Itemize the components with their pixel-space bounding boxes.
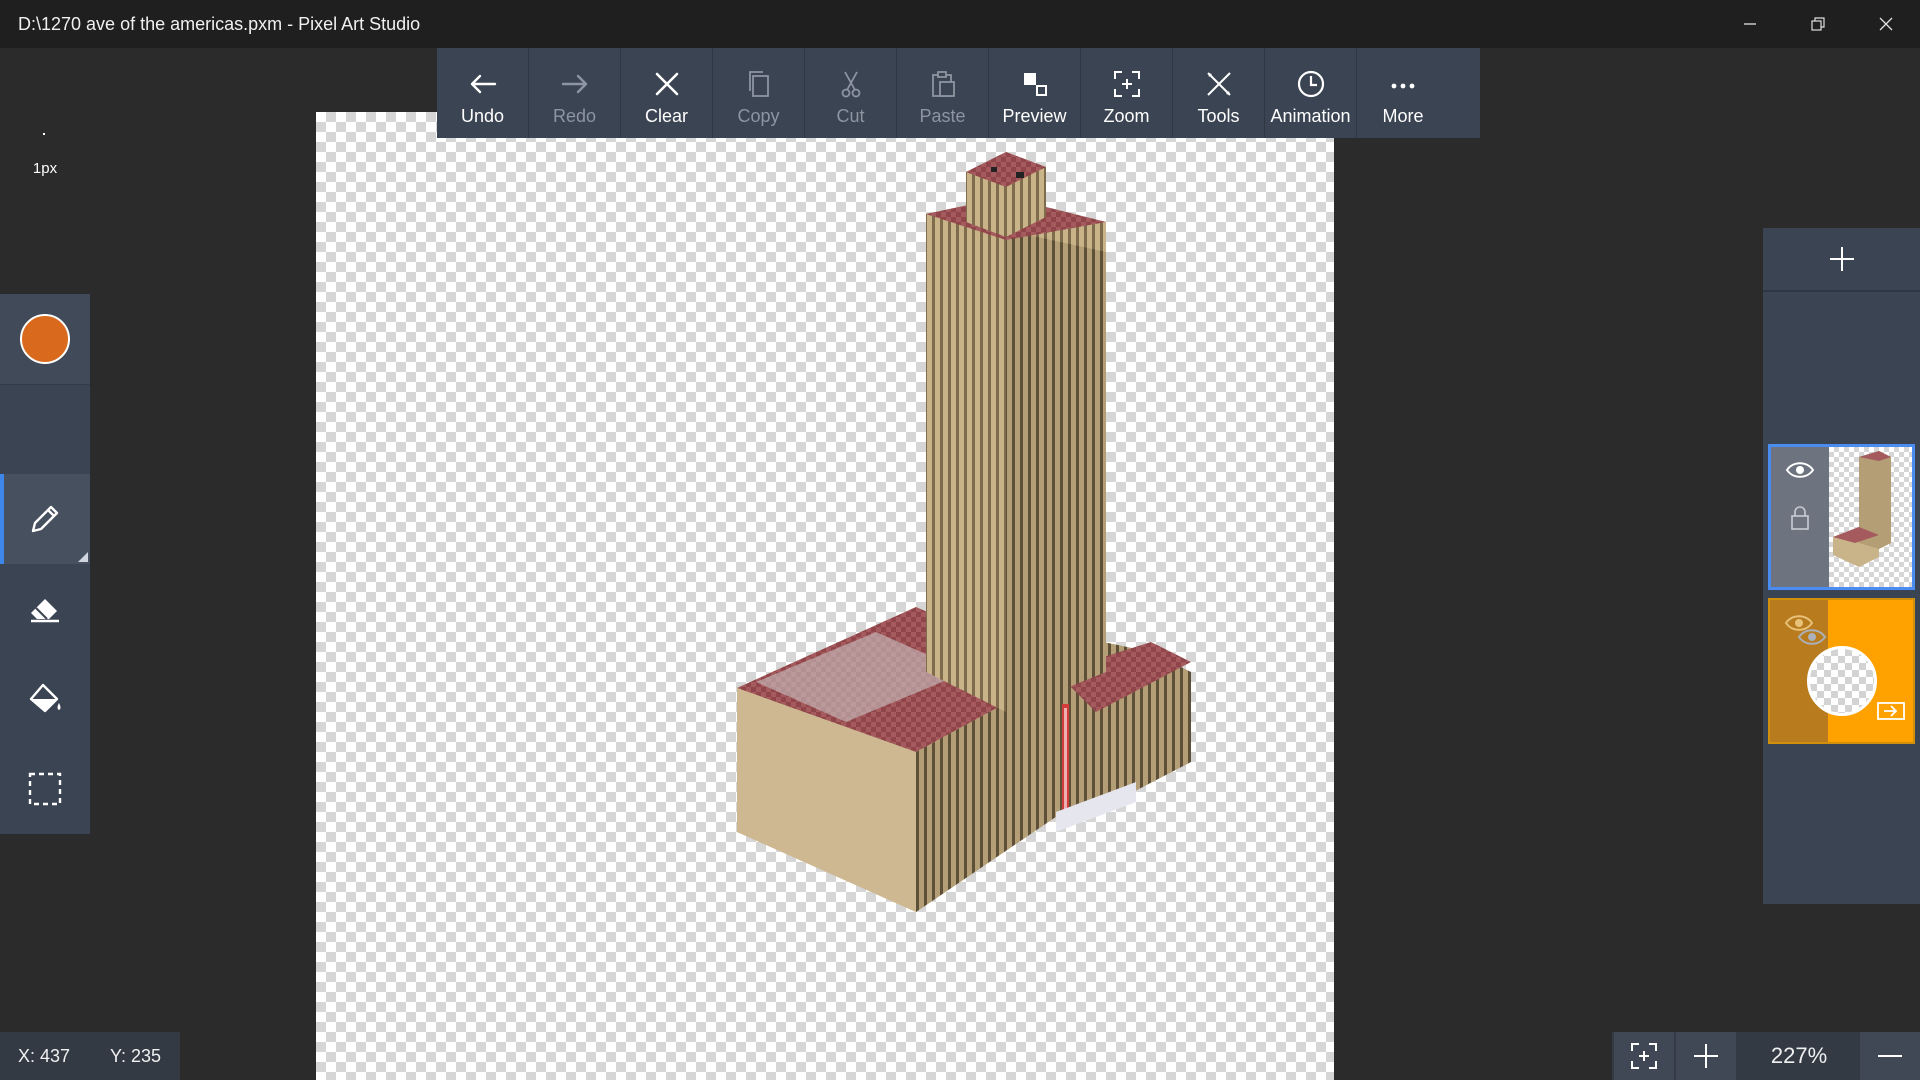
fit-screen-button[interactable]	[1614, 1032, 1674, 1080]
arrow-left-icon	[470, 74, 496, 94]
undo-label: Undo	[460, 106, 505, 126]
redo-button[interactable]: Redo	[529, 48, 621, 138]
restore-button[interactable]	[1784, 0, 1852, 48]
copy-icon	[748, 71, 769, 97]
tools-button[interactable]: Tools	[1173, 48, 1265, 138]
minimize-icon	[1744, 23, 1756, 25]
zoom-out-icon	[1878, 1055, 1902, 1057]
animation-label: Animation	[1270, 106, 1351, 126]
fill-tool-button[interactable]	[0, 654, 90, 744]
cursor-y-readout: Y: 235	[110, 1046, 162, 1066]
paste-label: Paste	[919, 106, 966, 126]
drawing-canvas[interactable]	[316, 112, 1334, 1080]
building-artwork	[737, 152, 1191, 912]
animation-button[interactable]: Animation	[1265, 48, 1357, 138]
eraser-tool-button[interactable]	[0, 564, 90, 654]
plus-icon	[1829, 247, 1854, 271]
copy-label: Copy	[737, 106, 780, 126]
background-layer-button[interactable]	[1807, 646, 1877, 716]
zoom-in-button[interactable]	[1676, 1032, 1736, 1080]
clock-icon	[1297, 70, 1324, 98]
restore-icon	[1811, 17, 1825, 31]
preview-button[interactable]: Preview	[989, 48, 1081, 138]
undo-button[interactable]: Undo	[437, 48, 529, 138]
zoom-label: Zoom	[1103, 106, 1150, 126]
more-label: More	[1382, 106, 1424, 126]
layer-artwork[interactable]	[1768, 444, 1915, 590]
redo-label: Redo	[552, 106, 597, 126]
title-bar: D:\1270 ave of the americas.pxm - Pixel …	[0, 0, 1920, 48]
brush-size-preview	[43, 133, 45, 135]
layer-thumbnail	[1829, 447, 1912, 587]
more-dots-icon	[1391, 83, 1415, 89]
zoom-frame-icon	[1113, 71, 1140, 97]
add-layer-button[interactable]	[1763, 228, 1920, 292]
paste-button[interactable]: Paste	[897, 48, 989, 138]
paint-bucket-icon	[29, 683, 61, 713]
background-eye-icon[interactable]	[1797, 626, 1827, 648]
zoom-in-icon	[1694, 1044, 1718, 1068]
brush-size-button[interactable]	[0, 384, 90, 474]
window-title: D:\1270 ave of the americas.pxm - Pixel …	[18, 14, 421, 34]
export-icon[interactable]	[1876, 700, 1906, 722]
tools-label: Tools	[1197, 106, 1240, 126]
more-button[interactable]: More	[1357, 48, 1449, 138]
layers-panel	[1763, 228, 1920, 904]
preview-icon	[1023, 73, 1047, 96]
paste-icon	[931, 71, 955, 97]
tool-options-indicator	[78, 552, 88, 562]
selection-tool-button[interactable]	[0, 744, 90, 834]
cut-button[interactable]: Cut	[805, 48, 897, 138]
close-button[interactable]	[1852, 0, 1920, 48]
pencil-icon	[31, 505, 59, 533]
color-picker-button[interactable]	[0, 294, 90, 384]
fit-screen-icon	[1631, 1043, 1657, 1069]
preview-label: Preview	[1002, 106, 1067, 126]
clear-button[interactable]: Clear	[621, 48, 713, 138]
tool-panel	[0, 294, 90, 834]
x-icon	[655, 72, 678, 96]
pencil-tool-button[interactable]	[0, 474, 90, 564]
tools-icon	[1206, 72, 1231, 96]
layer-controls	[1771, 447, 1829, 587]
cursor-x-readout: X: 437	[18, 1046, 71, 1066]
clear-label: Clear	[644, 106, 688, 126]
zoom-button[interactable]: Zoom	[1081, 48, 1173, 138]
arrow-right-icon	[561, 74, 587, 94]
eraser-icon	[31, 599, 59, 623]
main-toolbar: Undo Redo Clear Copy Cut Paste Preview Z…	[437, 48, 1480, 138]
eye-icon[interactable]	[1785, 459, 1815, 481]
minimize-button[interactable]	[1716, 0, 1784, 48]
selection-icon	[28, 772, 62, 806]
current-color-swatch	[20, 314, 70, 364]
lock-icon[interactable]	[1789, 505, 1811, 531]
copy-button[interactable]: Copy	[713, 48, 805, 138]
scissors-icon	[841, 71, 860, 98]
cut-label: Cut	[836, 106, 865, 126]
close-icon	[1879, 17, 1893, 31]
thumbnail-building-image	[1833, 451, 1891, 567]
brush-size-label: 1px	[32, 160, 58, 177]
zoom-out-button[interactable]	[1860, 1032, 1920, 1080]
active-tool-indicator	[0, 474, 4, 564]
zoom-level: 227%	[1770, 1043, 1828, 1068]
